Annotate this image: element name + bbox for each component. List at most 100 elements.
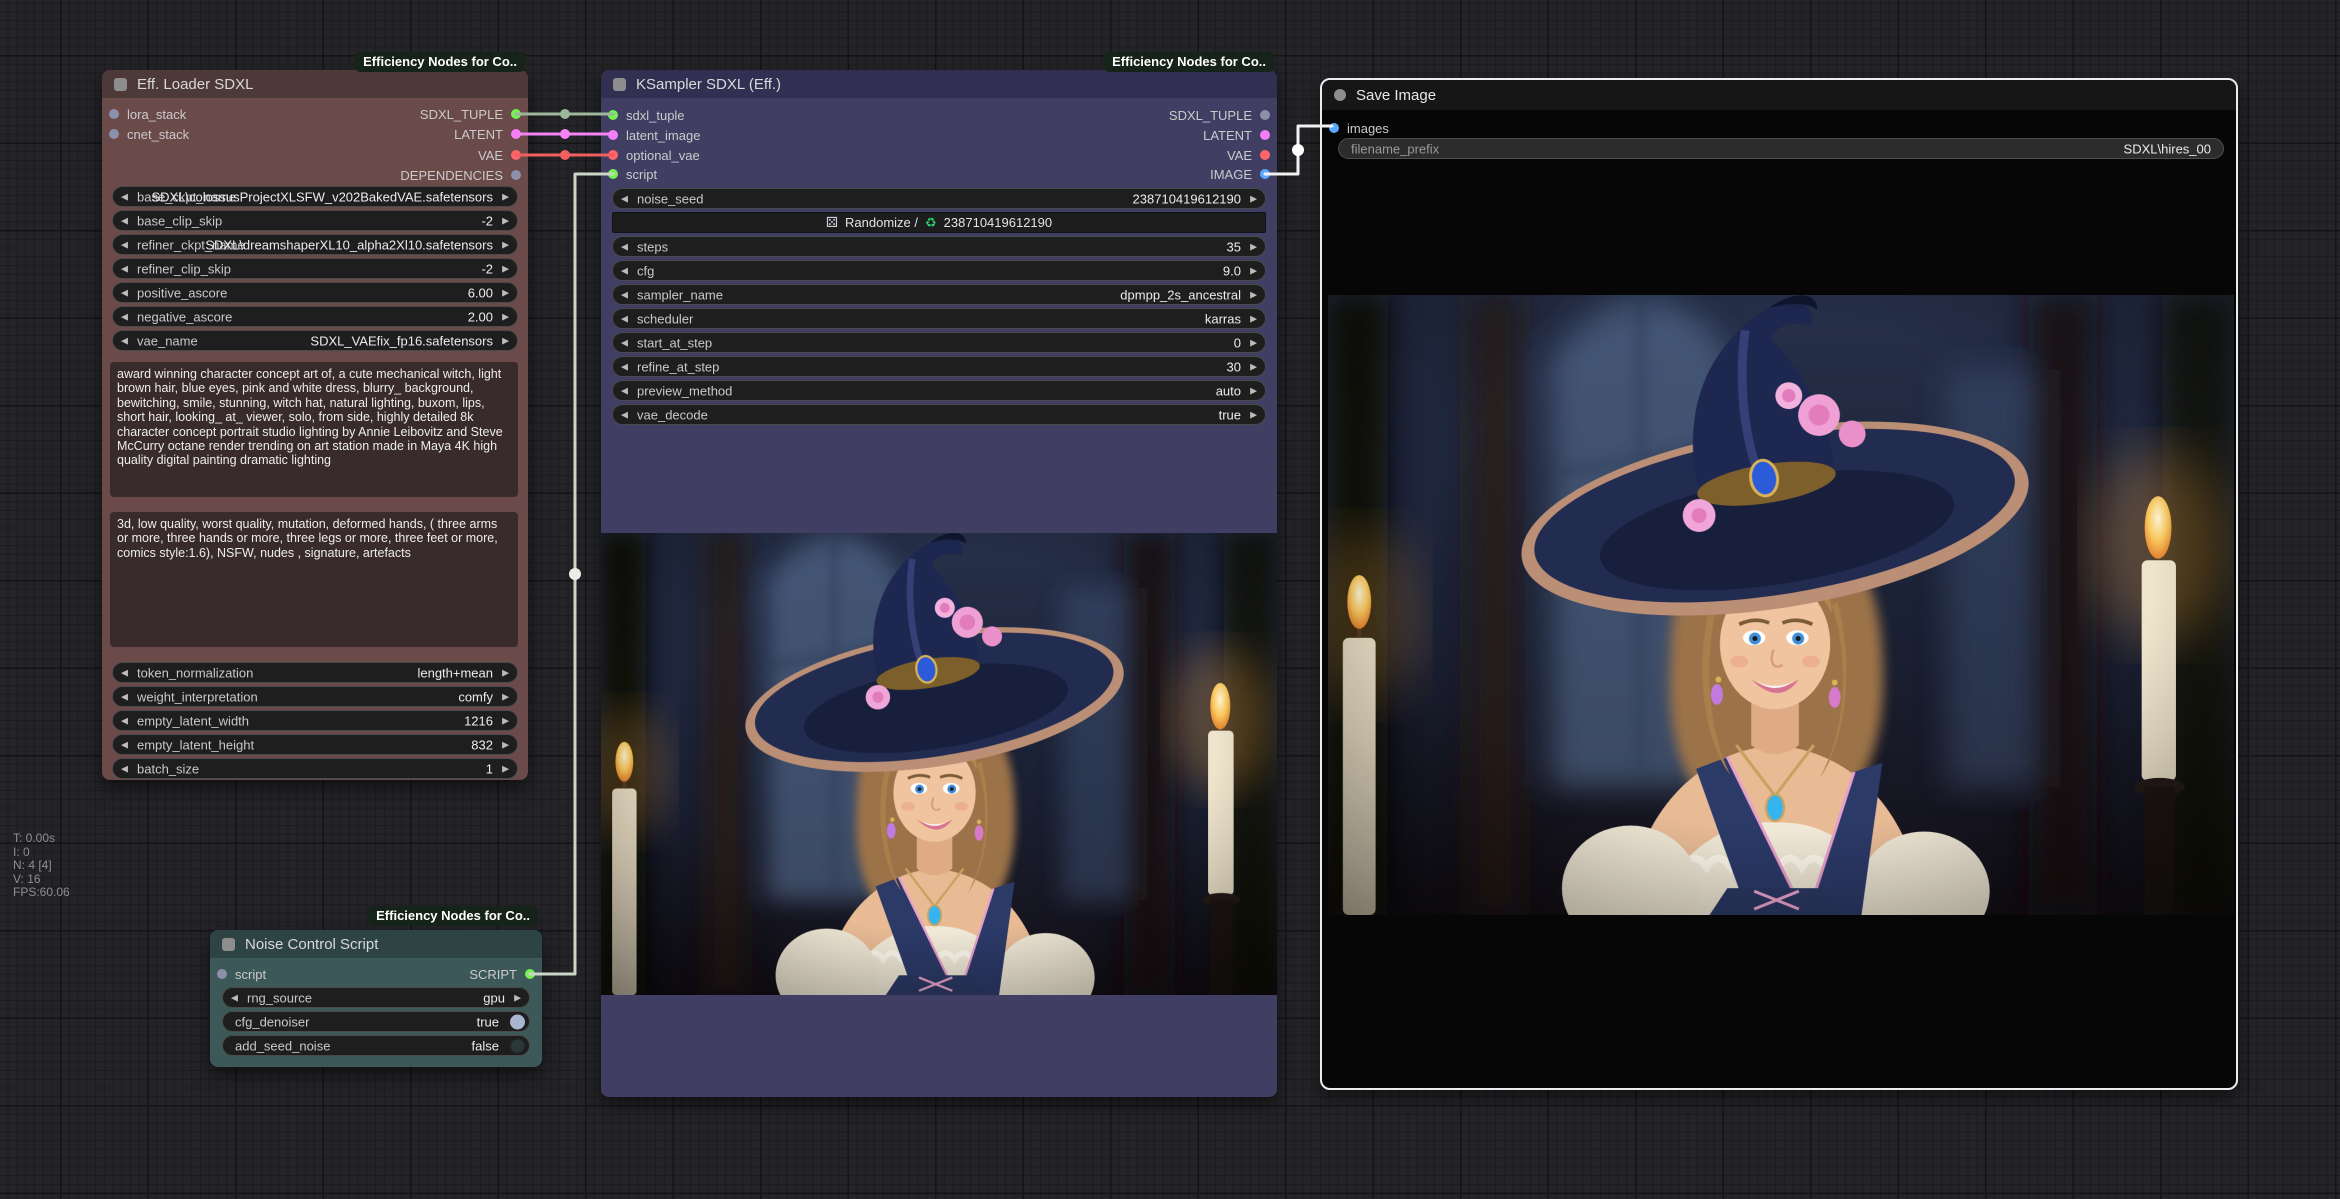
widget-vae-name[interactable]: ◀ vae_name SDXL_VAEfix_fp16.safetensors … xyxy=(112,330,518,351)
collapse-icon[interactable] xyxy=(114,78,127,91)
node-titlebar[interactable]: Noise Control Script xyxy=(210,930,542,958)
prev-arrow-icon[interactable]: ◀ xyxy=(121,715,128,726)
input-port-icon[interactable] xyxy=(608,169,618,179)
widget-refiner-clip-skip[interactable]: ◀ refiner_clip_skip -2 ▶ xyxy=(112,258,518,279)
node-eff-loader-sdxl[interactable]: Eff. Loader SDXL lora_stack cnet_stack S… xyxy=(102,70,528,780)
prev-arrow-icon[interactable]: ◀ xyxy=(121,263,128,274)
node-titlebar[interactable]: Save Image xyxy=(1322,80,2236,110)
output-port-icon[interactable] xyxy=(1260,110,1270,120)
next-arrow-icon[interactable]: ▶ xyxy=(502,667,509,678)
output-latent[interactable]: LATENT xyxy=(454,124,521,144)
input-port-icon[interactable] xyxy=(217,969,227,979)
output-port-icon[interactable] xyxy=(525,969,535,979)
next-arrow-icon[interactable]: ▶ xyxy=(1250,193,1257,204)
prev-arrow-icon[interactable]: ◀ xyxy=(121,667,128,678)
node-graph-canvas[interactable]: Efficiency Nodes for Co.. Efficiency Nod… xyxy=(0,0,2340,1199)
next-arrow-icon[interactable]: ▶ xyxy=(514,992,521,1003)
output-vae[interactable]: VAE xyxy=(478,145,521,165)
input-images[interactable]: images xyxy=(1329,118,1389,138)
input-script[interactable]: script xyxy=(217,964,266,984)
next-arrow-icon[interactable]: ▶ xyxy=(1250,385,1257,396)
next-arrow-icon[interactable]: ▶ xyxy=(502,239,509,250)
widget-refiner-ckpt-name[interactable]: ◀ refiner_ckpt_name SDXL\dreamshaperXL10… xyxy=(112,234,518,255)
input-sdxl-tuple[interactable]: sdxl_tuple xyxy=(608,105,685,125)
next-arrow-icon[interactable]: ▶ xyxy=(502,191,509,202)
input-cnet-stack[interactable]: cnet_stack xyxy=(109,124,189,144)
output-image[interactable]: IMAGE xyxy=(1210,164,1270,184)
widget-rng-source[interactable]: ◀ rng_source gpu ▶ xyxy=(222,987,530,1008)
widget-filename-prefix[interactable]: filename_prefix SDXL\hires_00 xyxy=(1338,138,2224,159)
prev-arrow-icon[interactable]: ◀ xyxy=(621,241,628,252)
widget-preview-method[interactable]: ◀ preview_method auto ▶ xyxy=(612,380,1266,401)
input-port-icon[interactable] xyxy=(109,109,119,119)
positive-prompt-textarea[interactable]: award winning character concept art of, … xyxy=(110,362,518,497)
node-save-image[interactable]: Save Image images filename_prefix SDXL\h… xyxy=(1320,78,2238,1090)
node-titlebar[interactable]: Eff. Loader SDXL xyxy=(102,70,528,98)
prev-arrow-icon[interactable]: ◀ xyxy=(621,409,628,420)
output-port-icon[interactable] xyxy=(511,170,521,180)
prev-arrow-icon[interactable]: ◀ xyxy=(621,193,628,204)
next-arrow-icon[interactable]: ▶ xyxy=(1250,289,1257,300)
widget-vae-decode[interactable]: ◀ vae_decode true ▶ xyxy=(612,404,1266,425)
input-script[interactable]: script xyxy=(608,164,657,184)
widget-base-clip-skip[interactable]: ◀ base_clip_skip -2 ▶ xyxy=(112,210,518,231)
output-sdxl-tuple[interactable]: SDXL_TUPLE xyxy=(420,104,521,124)
next-arrow-icon[interactable]: ▶ xyxy=(1250,265,1257,276)
input-port-icon[interactable] xyxy=(1329,123,1339,133)
prev-arrow-icon[interactable]: ◀ xyxy=(121,763,128,774)
next-arrow-icon[interactable]: ▶ xyxy=(502,763,509,774)
prev-arrow-icon[interactable]: ◀ xyxy=(121,191,128,202)
prev-arrow-icon[interactable]: ◀ xyxy=(621,313,628,324)
widget-base-ckpt-name[interactable]: ◀ base_ckpt_name SDXL\colossusProjectXLS… xyxy=(112,186,518,207)
widget-empty-latent-height[interactable]: ◀ empty_latent_height 832 ▶ xyxy=(112,734,518,755)
output-port-icon[interactable] xyxy=(1260,150,1270,160)
output-dependencies[interactable]: DEPENDENCIES xyxy=(400,165,521,185)
negative-prompt-textarea[interactable]: 3d, low quality, worst quality, mutation… xyxy=(110,512,518,647)
prev-arrow-icon[interactable]: ◀ xyxy=(121,335,128,346)
prev-arrow-icon[interactable]: ◀ xyxy=(231,992,238,1003)
prev-arrow-icon[interactable]: ◀ xyxy=(121,287,128,298)
widget-weight-interpretation[interactable]: ◀ weight_interpretation comfy ▶ xyxy=(112,686,518,707)
node-noise-control-script[interactable]: Noise Control Script script SCRIPT ◀ rng… xyxy=(210,930,542,1067)
next-arrow-icon[interactable]: ▶ xyxy=(1250,337,1257,348)
input-port-icon[interactable] xyxy=(608,150,618,160)
widget-empty-latent-width[interactable]: ◀ empty_latent_width 1216 ▶ xyxy=(112,710,518,731)
prev-arrow-icon[interactable]: ◀ xyxy=(121,239,128,250)
widget-add-seed-noise[interactable]: add_seed_noise false xyxy=(222,1035,530,1056)
collapse-icon[interactable] xyxy=(1334,89,1346,101)
prev-arrow-icon[interactable]: ◀ xyxy=(121,311,128,322)
output-vae[interactable]: VAE xyxy=(1227,145,1270,165)
widget-refine-at-step[interactable]: ◀ refine_at_step 30 ▶ xyxy=(612,356,1266,377)
next-arrow-icon[interactable]: ▶ xyxy=(502,215,509,226)
node-titlebar[interactable]: KSampler SDXL (Eff.) xyxy=(601,70,1277,98)
randomize-seed-button[interactable]: ⚄ Randomize / ♻ 238710419612190 xyxy=(612,212,1266,233)
prev-arrow-icon[interactable]: ◀ xyxy=(621,385,628,396)
output-sdxl-tuple[interactable]: SDXL_TUPLE xyxy=(1169,105,1270,125)
output-port-icon[interactable] xyxy=(511,150,521,160)
prev-arrow-icon[interactable]: ◀ xyxy=(121,691,128,702)
output-port-icon[interactable] xyxy=(511,109,521,119)
output-latent[interactable]: LATENT xyxy=(1203,125,1270,145)
input-port-icon[interactable] xyxy=(608,110,618,120)
input-latent-image[interactable]: latent_image xyxy=(608,125,700,145)
widget-cfg[interactable]: ◀ cfg 9.0 ▶ xyxy=(612,260,1266,281)
next-arrow-icon[interactable]: ▶ xyxy=(502,691,509,702)
widget-sampler-name[interactable]: ◀ sampler_name dpmpp_2s_ancestral ▶ xyxy=(612,284,1266,305)
output-port-icon[interactable] xyxy=(1260,169,1270,179)
toggle-on-icon[interactable] xyxy=(510,1014,525,1029)
widget-cfg-denoiser[interactable]: cfg_denoiser true xyxy=(222,1011,530,1032)
next-arrow-icon[interactable]: ▶ xyxy=(1250,241,1257,252)
widget-token-normalization[interactable]: ◀ token_normalization length+mean ▶ xyxy=(112,662,518,683)
output-port-icon[interactable] xyxy=(511,129,521,139)
prev-arrow-icon[interactable]: ◀ xyxy=(121,215,128,226)
next-arrow-icon[interactable]: ▶ xyxy=(1250,361,1257,372)
collapse-icon[interactable] xyxy=(222,938,235,951)
widget-negative-ascore[interactable]: ◀ negative_ascore 2.00 ▶ xyxy=(112,306,518,327)
prev-arrow-icon[interactable]: ◀ xyxy=(621,289,628,300)
input-optional-vae[interactable]: optional_vae xyxy=(608,145,700,165)
widget-positive-ascore[interactable]: ◀ positive_ascore 6.00 ▶ xyxy=(112,282,518,303)
input-port-icon[interactable] xyxy=(109,129,119,139)
widget-steps[interactable]: ◀ steps 35 ▶ xyxy=(612,236,1266,257)
next-arrow-icon[interactable]: ▶ xyxy=(502,715,509,726)
prev-arrow-icon[interactable]: ◀ xyxy=(121,739,128,750)
